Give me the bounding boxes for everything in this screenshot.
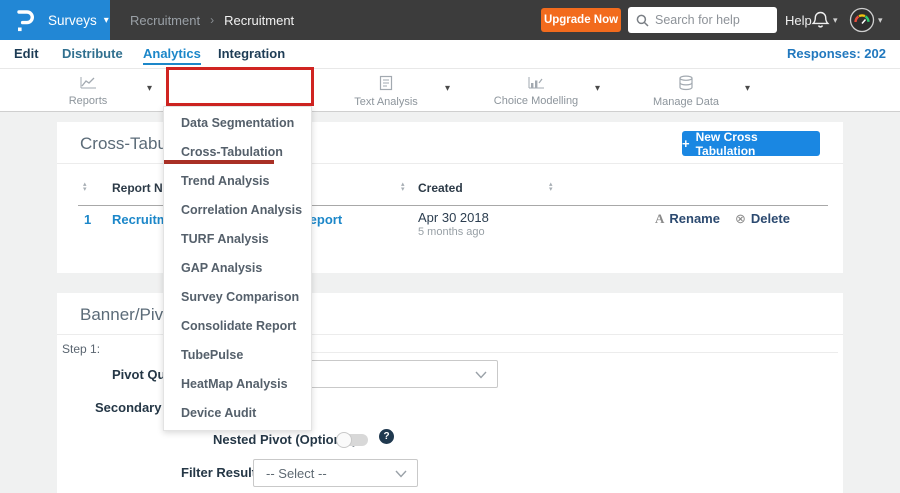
help-search (628, 7, 777, 33)
toolbar-manage-data-label: Manage Data (652, 96, 720, 108)
search-input[interactable] (655, 13, 767, 27)
delete-label: Delete (750, 211, 790, 226)
nav-tab-integration[interactable]: Integration (218, 46, 285, 61)
toolbar-text-analysis[interactable]: Text Analysis ▾ (326, 69, 450, 112)
avatar (849, 7, 875, 33)
step-label: Step 1: (62, 342, 101, 356)
menu-item-trend-analysis[interactable]: Trend Analysis (164, 167, 311, 196)
chevron-down-icon[interactable]: ▾ (445, 83, 450, 94)
new-cross-tabulation-button[interactable]: + New Cross Tabulation (682, 129, 820, 158)
chevron-down-icon: ▾ (833, 14, 838, 25)
sort-created[interactable]: ▴ ▾ (401, 181, 405, 193)
line-chart-icon (80, 77, 96, 89)
chevron-down-icon (475, 371, 487, 379)
toolbar-choice-modelling[interactable]: Choice Modelling ▾ (476, 69, 600, 112)
menu-item-heatmap-analysis[interactable]: HeatMap Analysis (164, 370, 311, 399)
created-relative: 5 months ago (418, 226, 485, 238)
toolbar-text-analysis-label: Text Analysis (354, 96, 418, 108)
notifications-button[interactable]: ▾ (811, 0, 838, 40)
menu-item-gap-analysis[interactable]: GAP Analysis (164, 254, 311, 283)
breadcrumb: Recruitment › Recruitment (130, 0, 294, 40)
nav-tab-edit[interactable]: Edit (14, 46, 39, 61)
breadcrumb-parent[interactable]: Recruitment (130, 13, 200, 28)
nav-tab-analytics[interactable]: Analytics (143, 46, 201, 65)
sort-down-icon: ▾ (83, 185, 87, 193)
nav-tab-distribute[interactable]: Distribute (62, 46, 123, 61)
menu-item-survey-comparison[interactable]: Survey Comparison (164, 283, 311, 312)
text-document-icon (379, 75, 393, 91)
chevron-down-icon: ▾ (103, 14, 109, 26)
plus-icon: + (682, 136, 690, 151)
menu-item-data-segmentation[interactable]: Data Segmentation (164, 109, 311, 138)
responses-count[interactable]: Responses: 202 (787, 46, 886, 61)
sort-report-name[interactable]: ▴ ▾ (83, 181, 87, 193)
account-menu[interactable]: ▾ (849, 0, 883, 40)
bell-icon (811, 11, 830, 28)
sort-actions[interactable]: ▴ ▾ (549, 181, 553, 193)
column-header-created: Created (418, 181, 463, 195)
upgrade-now-button[interactable]: Upgrade Now (541, 8, 621, 32)
choice-modelling-chart-icon (528, 77, 544, 89)
rename-label: Rename (669, 211, 720, 226)
created-date: Apr 30 2018 (418, 210, 489, 225)
product-switcher-label: Surveys (48, 12, 97, 28)
chevron-down-icon[interactable]: ▾ (595, 83, 600, 94)
rename-button[interactable]: A Rename (655, 211, 720, 227)
toolbar-choice-modelling-label: Choice Modelling (493, 95, 579, 107)
breadcrumb-current: Recruitment (224, 12, 295, 28)
delete-circle-x-icon: ⊗ (735, 211, 746, 226)
row-number: 1 (84, 212, 92, 227)
analytics-toolbar: Reports ▾ Analysis ▾ Text Analysis ▾ (0, 68, 900, 174)
help-tooltip-icon[interactable]: ? (379, 429, 394, 444)
database-icon (679, 75, 693, 91)
survey-nav: Edit Distribute Analytics Integration Re… (0, 40, 900, 68)
filter-result-select[interactable]: -- Select -- (253, 459, 418, 487)
toolbar-reports[interactable]: Reports ▾ (28, 69, 152, 112)
filter-result-value: -- Select -- (266, 465, 327, 481)
chevron-down-icon[interactable]: ▾ (147, 83, 152, 94)
sort-down-icon: ▾ (549, 185, 553, 193)
app-root: Surveys ▾ Recruitment › Recruitment Upgr… (0, 0, 900, 493)
menu-item-device-audit[interactable]: Device Audit (164, 399, 311, 428)
menu-item-turf-analysis[interactable]: TURF Analysis (164, 225, 311, 254)
new-cross-tabulation-label: New Cross Tabulation (695, 129, 758, 158)
menu-item-consolidate-report[interactable]: Consolidate Report (164, 312, 311, 341)
nested-pivot-toggle[interactable] (336, 432, 368, 448)
rename-icon: A (655, 211, 665, 226)
delete-button[interactable]: ⊗ Delete (735, 211, 790, 227)
menu-item-cross-tabulation[interactable]: Cross-Tabulation (164, 138, 311, 167)
analysis-dropdown-menu: Data Segmentation Cross-Tabulation Trend… (163, 106, 312, 431)
chevron-down-icon (395, 470, 407, 478)
chevron-down-icon[interactable]: ▾ (745, 83, 750, 94)
menu-item-tubepulse[interactable]: TubePulse (164, 341, 311, 370)
filter-result-label: Filter Result (181, 465, 257, 480)
search-icon (636, 14, 649, 27)
breadcrumb-separator-icon: › (210, 13, 215, 27)
toolbar-reports-label: Reports (68, 95, 108, 107)
step-divider (253, 352, 838, 353)
help-link[interactable]: Help (785, 0, 812, 40)
surveys-menu[interactable]: Surveys ▾ (0, 0, 110, 40)
chevron-down-icon: ▾ (878, 14, 883, 25)
sort-down-icon: ▾ (401, 185, 405, 193)
menu-item-correlation-analysis[interactable]: Correlation Analysis (164, 196, 311, 225)
toggle-knob (336, 432, 352, 448)
toolbar-manage-data[interactable]: Manage Data ▾ (626, 69, 750, 112)
top-bar: Surveys ▾ Recruitment › Recruitment Upgr… (0, 0, 900, 40)
questionpro-logo-icon (17, 9, 34, 31)
